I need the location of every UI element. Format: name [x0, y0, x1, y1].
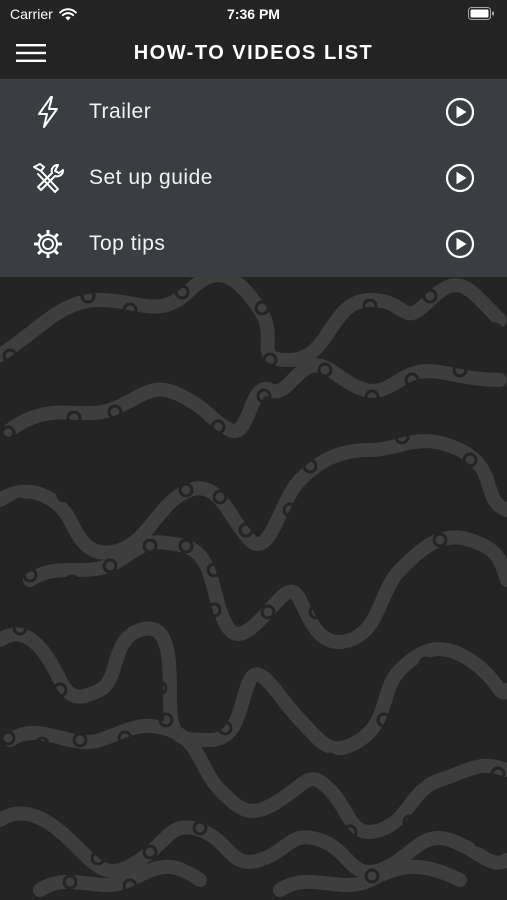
videos-list: Trailer Set up guide Top tips [0, 79, 507, 277]
play-circle-icon[interactable] [445, 97, 475, 127]
page-title: HOW-TO VIDEOS LIST [133, 42, 374, 64]
list-item-label: Trailer [89, 100, 152, 123]
battery-icon [468, 7, 495, 23]
play-circle-icon[interactable] [445, 229, 475, 259]
list-item-label: Set up guide [89, 166, 213, 189]
play-circle-icon[interactable] [445, 163, 475, 193]
list-item-set-up-guide[interactable]: Set up guide [0, 145, 507, 211]
list-item-label: Top tips [89, 232, 166, 255]
status-time: 7:36 PM [227, 6, 280, 22]
status-bar: Carrier 7:36 PM [0, 0, 507, 28]
wrench-hammer-icon [30, 160, 66, 196]
lightning-bolt-icon [30, 94, 66, 130]
gear-icon [30, 226, 66, 262]
screen: Carrier 7:36 PM HOW-TO VIDEOS LIST Trail… [0, 0, 507, 900]
list-item-top-tips[interactable]: Top tips [0, 211, 507, 277]
list-item-trailer[interactable]: Trailer [0, 79, 507, 145]
nav-bar: HOW-TO VIDEOS LIST [0, 28, 507, 79]
